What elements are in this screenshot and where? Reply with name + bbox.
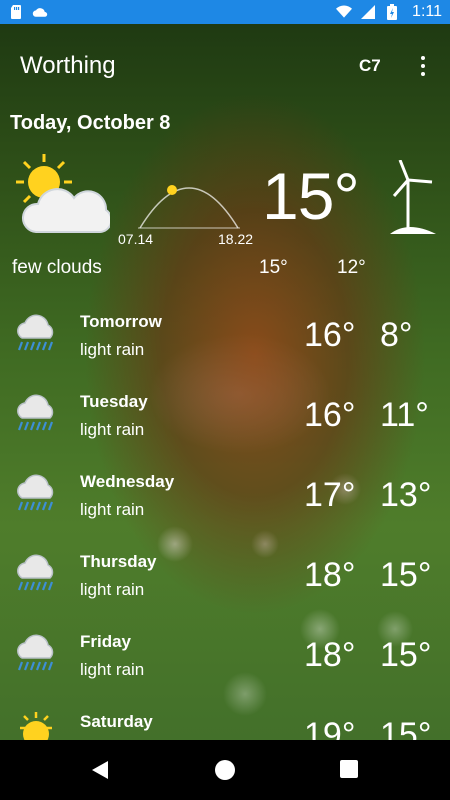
forecast-row-tomorrow[interactable]: Tomorrow light rain 16° 8° (0, 300, 450, 380)
status-time: 1:11 (412, 3, 442, 20)
forecast-row-thursday[interactable]: Thursday light rain 18° 15° (0, 540, 450, 620)
forecast-description: light rain (80, 420, 145, 439)
sunset-time: 18.22 (218, 231, 254, 247)
home-icon[interactable] (215, 760, 235, 780)
current-temperature: 15° (262, 159, 360, 233)
wind-turbine-icon (390, 160, 436, 234)
overflow-menu-icon[interactable] (417, 54, 429, 76)
status-bar: 1:11 (0, 0, 450, 24)
sd-card-icon (11, 5, 21, 19)
forecast-row-wednesday[interactable]: Wednesday light rain 17° 13° (0, 460, 450, 540)
wifi-icon (336, 5, 353, 18)
units-toggle[interactable]: C7 (359, 56, 381, 76)
rain-cloud-icon (17, 314, 54, 351)
rain-cloud-icon (17, 394, 54, 431)
rain-cloud-icon (17, 554, 54, 591)
forecast-description: light rain (80, 660, 145, 679)
forecast-day: Tomorrow (80, 312, 162, 331)
cloud-icon (32, 8, 48, 17)
forecast-row-friday[interactable]: Friday light rain 18° 15° (0, 620, 450, 700)
forecast-high: 16° (304, 316, 356, 354)
battery-charging-icon (387, 4, 398, 20)
forecast-low: 8° (380, 316, 413, 354)
today-date: Today, October 8 (10, 112, 171, 134)
system-nav-bar (0, 740, 450, 800)
forecast-low: 13° (380, 476, 432, 514)
today-high: 15° (259, 257, 288, 278)
forecast-high: 16° (304, 396, 356, 434)
forecast-low: 15° (380, 636, 432, 674)
sun-cloud-icon (16, 154, 110, 233)
forecast-day: Wednesday (80, 472, 175, 491)
forecast-row-tuesday[interactable]: Tuesday light rain 16° 11° (0, 380, 450, 460)
current-condition: few clouds (12, 257, 102, 278)
forecast-high: 17° (304, 476, 356, 514)
back-icon[interactable] (90, 760, 110, 780)
city-title[interactable]: Worthing (20, 52, 116, 80)
rain-cloud-icon (17, 474, 54, 511)
sun-icon (20, 712, 52, 740)
forecast-description: light rain (80, 580, 145, 599)
forecast-high: 18° (304, 636, 356, 674)
sun-path-arc (138, 185, 240, 229)
forecast-low: 15° (380, 716, 432, 740)
forecast-description: light rain (80, 340, 145, 359)
today-low: 12° (337, 257, 366, 278)
forecast-description: light rain (80, 500, 145, 519)
app-bar: Worthing C7 (0, 44, 450, 88)
forecast-low: 11° (380, 396, 429, 434)
forecast-day: Tuesday (80, 392, 148, 411)
rain-cloud-icon (17, 634, 54, 671)
forecast-low: 15° (380, 556, 432, 594)
forecast-high: 19° (304, 716, 356, 740)
recents-icon[interactable] (340, 760, 358, 778)
forecast-day: Thursday (80, 552, 157, 571)
signal-icon (361, 5, 376, 19)
forecast-day: Friday (80, 632, 132, 651)
forecast-row-saturday[interactable]: Saturday 19° 15° (0, 700, 450, 740)
forecast-high: 18° (304, 556, 356, 594)
sunrise-time: 07.14 (118, 231, 154, 247)
forecast-day: Saturday (80, 712, 153, 731)
